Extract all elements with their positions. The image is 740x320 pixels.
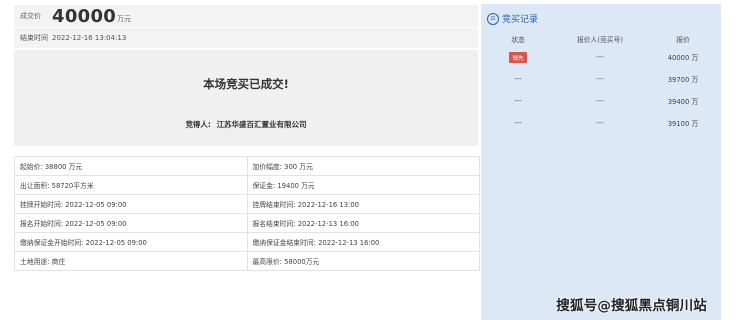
info-row: 挂牌开始时间: 2022-12-05 09:00 挂牌结束时间: 2022-12-… (14, 194, 480, 214)
header-bidder: 报价人(竞买号) (576, 36, 624, 44)
bid-price: 39700 万 (667, 76, 699, 84)
result-box: 本场竞买已成交! 竞得人: 江苏华盛百汇置业有限公司 (14, 50, 478, 146)
end-time-row: 结束时间 2022-12-16 13:04:13 (14, 28, 478, 48)
info-row: 报名开始时间: 2022-12-05 09:00 报名结束时间: 2022-12-… (14, 213, 480, 233)
bid-status: --- (514, 97, 522, 105)
winner-value: 江苏华盛百汇置业有限公司 (216, 120, 307, 129)
info-cell: 挂牌开始时间: 2022-12-05 09:00 (14, 194, 248, 214)
header-status: 状态 (511, 36, 525, 44)
price-row: 成交价 40000 万元 (14, 5, 478, 27)
result-title: 本场竞买已成交! (203, 77, 289, 91)
price-label: 成交价 (20, 12, 41, 20)
bid-price: 39400 万 (667, 98, 699, 106)
bid-status: --- (514, 75, 522, 83)
info-cell: 缴纳保证金结束时间: 2022-12-13 16:00 (246, 232, 480, 252)
info-row: 土地用途: 商住 最高限价: 58000万元 (14, 251, 480, 271)
bid-status: --- (514, 119, 522, 127)
info-cell: 保证金: 19400 万元 (246, 175, 480, 195)
info-cell: 出让面积: 58720平方米 (14, 175, 248, 195)
bid-bidder: --- (596, 53, 604, 61)
info-cell: 起始价: 38800 万元 (14, 156, 248, 176)
bid-table-header: 状态 报价人(竞买号) 报价 (481, 32, 721, 46)
gavel-icon: ⚖ (487, 12, 499, 25)
price-value: 40000 (52, 5, 117, 27)
info-row: 缴纳保证金开始时间: 2022-12-05 09:00 缴纳保证金结束时间: 20… (14, 232, 480, 252)
info-cell: 最高限价: 58000万元 (246, 251, 480, 271)
winner-row: 竞得人: 江苏华盛百汇置业有限公司 (14, 119, 478, 130)
bid-row: --- --- 39400 万 (481, 90, 721, 112)
info-cell: 土地用途: 商住 (14, 251, 248, 271)
bid-bidder: --- (596, 75, 604, 83)
info-cell: 挂牌结束时间: 2022-12-16 13:00 (246, 194, 480, 214)
end-time-value: 2022-12-16 13:04:13 (52, 34, 127, 42)
bid-bidder: --- (596, 97, 604, 105)
header-price: 报价 (676, 36, 690, 44)
bid-price: 40000 万 (667, 54, 699, 62)
watermark: 搜狐号@搜狐黑点铜川站 (556, 298, 707, 314)
price-unit: 万元 (117, 15, 132, 23)
bid-row: --- --- 39700 万 (481, 68, 721, 90)
bid-record-header: ⚖ 竞买记录 (487, 12, 538, 25)
deal-panel: 成交价 40000 万元 结束时间 2022-12-16 13:04:13 本场… (14, 5, 480, 271)
bid-status: 领先 (481, 51, 555, 63)
bid-bidder: --- (596, 119, 604, 127)
info-cell: 缴纳保证金开始时间: 2022-12-05 09:00 (14, 232, 248, 252)
info-cell: 报名开始时间: 2022-12-05 09:00 (14, 213, 248, 233)
winner-label: 竞得人: (185, 120, 211, 129)
info-row: 起始价: 38800 万元 加价幅度: 300 万元 (14, 156, 480, 176)
bid-record-title: 竞买记录 (502, 15, 539, 25)
bid-record-table: 状态 报价人(竞买号) 报价 领先 --- 40000 万 --- --- 39700 万… (481, 32, 721, 134)
bid-row: --- --- 39100 万 (481, 112, 721, 134)
info-cell: 报名结束时间: 2022-12-13 16:00 (246, 213, 480, 233)
bid-record-panel: ⚖ 竞买记录 状态 报价人(竞买号) 报价 领先 --- 40000 万 --- ---… (481, 4, 721, 320)
bid-price: 39100 万 (667, 120, 699, 128)
lead-badge: 领先 (509, 51, 527, 63)
info-cell: 加价幅度: 300 万元 (246, 156, 480, 176)
info-table: 起始价: 38800 万元 加价幅度: 300 万元 出让面积: 58720平方米保… (14, 156, 480, 271)
end-time-label: 结束时间 (20, 34, 48, 42)
info-row: 出让面积: 58720平方米 保证金: 19400 万元 (14, 175, 480, 195)
bid-row: 领先 --- 40000 万 (481, 46, 721, 68)
